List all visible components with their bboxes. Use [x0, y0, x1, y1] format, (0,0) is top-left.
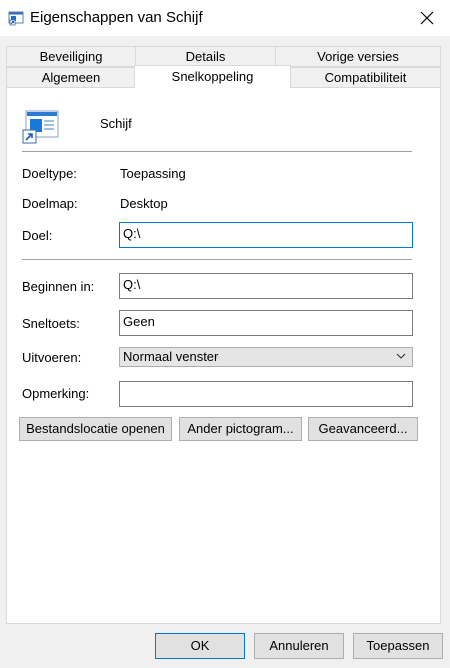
- shortcut-name: Schijf: [100, 116, 132, 131]
- chevron-down-icon: [396, 353, 406, 359]
- doelmap-value: Desktop: [120, 196, 168, 211]
- opmerking-label: Opmerking:: [22, 386, 90, 401]
- tab-label: Algemeen: [41, 70, 101, 85]
- separator: [22, 151, 412, 152]
- beginnen-input[interactable]: Q:\: [119, 273, 413, 299]
- tab-beveiliging[interactable]: Beveiliging: [6, 46, 136, 67]
- doel-label: Doel:: [22, 228, 53, 243]
- change-icon-button[interactable]: Ander pictogram...: [179, 417, 302, 441]
- tab-details[interactable]: Details: [135, 46, 276, 67]
- sneltoets-label: Sneltoets:: [22, 316, 80, 331]
- tab-vorige-versies[interactable]: Vorige versies: [275, 46, 441, 67]
- uitvoeren-label: Uitvoeren:: [22, 350, 82, 365]
- ok-button[interactable]: OK: [155, 633, 245, 659]
- tab-compatibiliteit[interactable]: Compatibiliteit: [290, 67, 441, 88]
- doeltype-value: Toepassing: [120, 166, 186, 181]
- apply-button[interactable]: Toepassen: [353, 633, 443, 659]
- cancel-button[interactable]: Annuleren: [254, 633, 344, 659]
- opmerking-input[interactable]: [119, 381, 413, 407]
- close-button[interactable]: [404, 0, 450, 36]
- tab-label: Compatibiliteit: [324, 70, 407, 85]
- sneltoets-input[interactable]: Geen: [119, 310, 413, 336]
- advanced-button[interactable]: Geavanceerd...: [308, 417, 418, 441]
- close-icon[interactable]: [420, 11, 434, 25]
- tab-snelkoppeling[interactable]: Snelkoppeling: [134, 65, 291, 88]
- doel-input[interactable]: Q:\: [119, 222, 413, 248]
- open-location-button[interactable]: Bestandslocatie openen: [19, 417, 172, 441]
- uitvoeren-value: Normaal venster: [123, 349, 219, 364]
- beginnen-label: Beginnen in:: [22, 279, 95, 294]
- shortcut-app-icon: [22, 110, 59, 144]
- tab-label: Snelkoppeling: [171, 69, 254, 84]
- tab-label: Beveiliging: [39, 49, 103, 64]
- tab-algemeen[interactable]: Algemeen: [6, 67, 136, 88]
- separator: [22, 259, 412, 260]
- doelmap-label: Doelmap:: [22, 196, 78, 211]
- doeltype-label: Doeltype:: [22, 166, 77, 181]
- shortcut-icon: [8, 11, 24, 26]
- title-bar: Eigenschappen van Schijf: [0, 0, 450, 36]
- tab-label: Details: [185, 49, 226, 64]
- window-title: Eigenschappen van Schijf: [30, 9, 203, 26]
- tab-label: Vorige versies: [317, 49, 399, 64]
- uitvoeren-select[interactable]: Normaal venster: [119, 347, 413, 367]
